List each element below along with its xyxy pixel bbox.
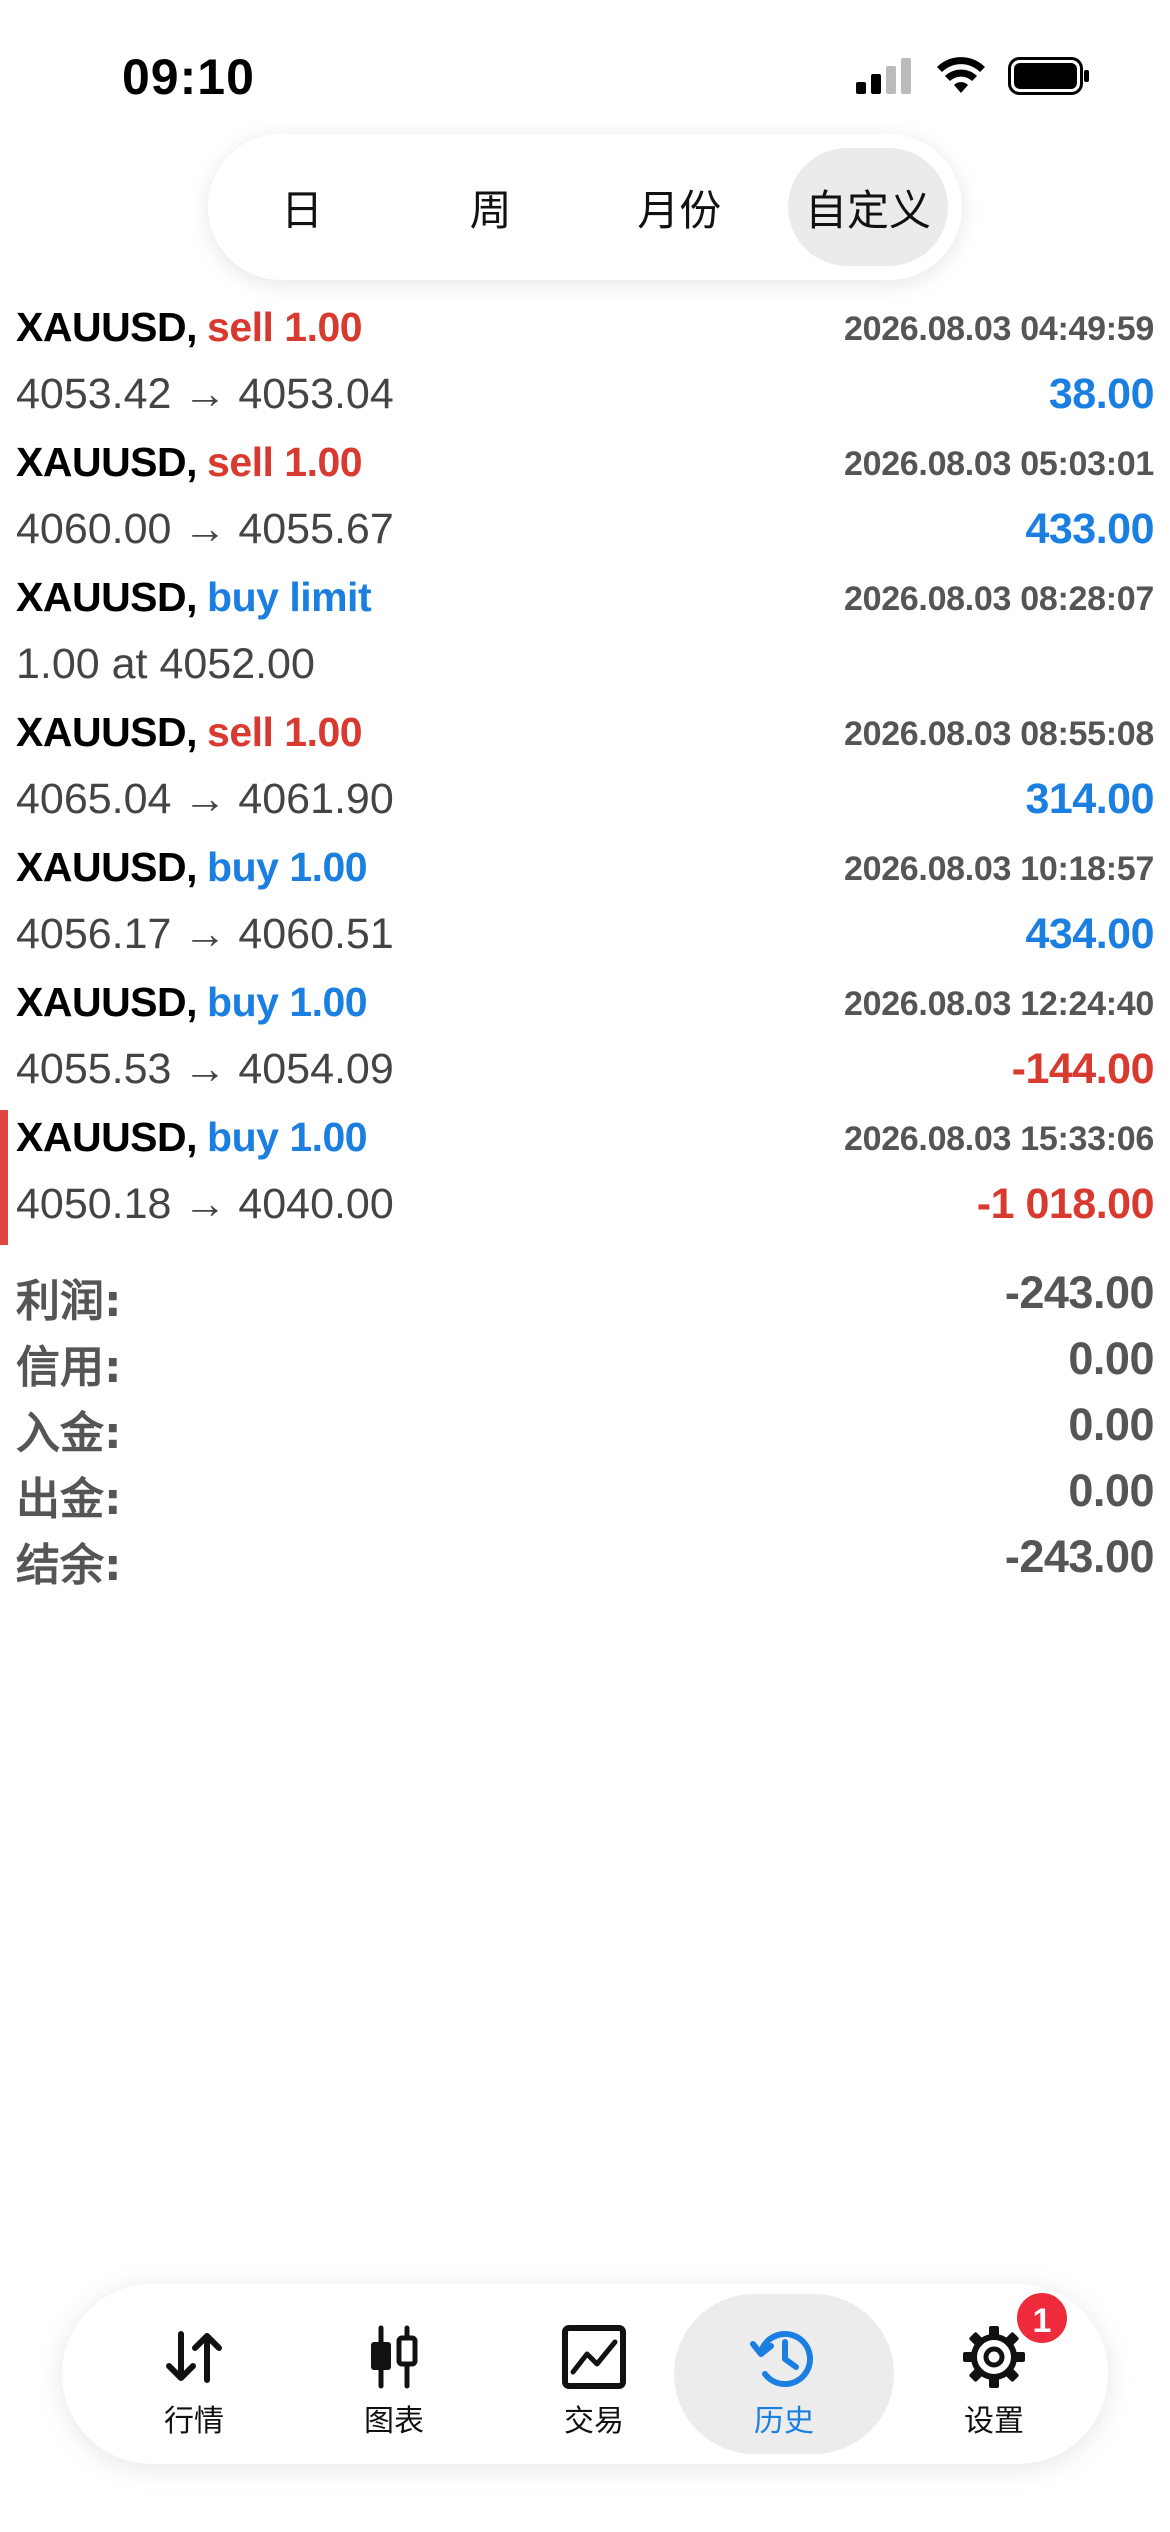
trade-symbol: XAUUSD, [16,709,198,755]
order-details: 1.00 at 4052.00 [16,640,315,688]
history-clock-icon [750,2331,813,2387]
tab-label: 设置 [964,2404,1024,2439]
trade-type: buy 1.00 [207,844,368,890]
trade-profit: -144.00 [1011,1045,1155,1093]
summary-row-withdrawal: 出金: 0.00 [0,1463,1170,1529]
notification-badge: 1 [1014,2290,1070,2346]
summary-label: 信用: [16,1342,122,1393]
trade-symbol: XAUUSD, [16,574,198,620]
trade-symbol: XAUUSD, [16,979,198,1025]
summary-value: -243.00 [1004,1531,1155,1582]
trade-row[interactable]: XAUUSD, sell 1.00 2026.08.03 04:49:59 405… [0,300,1170,435]
summary-label: 入金: [16,1408,122,1459]
period-tab-custom[interactable]: 自定义 [787,148,948,266]
quotes-arrows-icon [166,2331,222,2383]
trade-row[interactable]: XAUUSD, sell 1.00 2026.08.03 05:03:01 406… [0,435,1170,570]
summary-label: 利润: [16,1276,122,1327]
trade-type: buy 1.00 [207,1114,368,1160]
trade-prices: 4065.04 → 4061.90 [16,775,394,823]
status-icons [856,56,1090,96]
trade-time: 2026.08.03 05:03:01 [843,445,1154,483]
period-tab-day[interactable]: 日 [222,148,382,266]
cellular-signal-icon [856,58,911,94]
summary-row-profit: 利润: -243.00 [0,1265,1170,1331]
trade-profit: 434.00 [1025,910,1154,958]
wifi-icon [937,57,985,93]
trade-time: 2026.08.03 04:49:59 [843,310,1154,348]
battery-icon [1008,57,1089,95]
status-bar: 09:10 [0,0,1170,150]
trade-prices: 4050.18 → 4040.00 [16,1180,394,1228]
trade-prices: 4053.42 → 4053.04 [16,370,394,418]
period-selector: 日 周 月份 自定义 [208,134,962,280]
trade-type: sell 1.00 [207,439,363,485]
account-summary: 利润: -243.00 信用: 0.00 入金: 0.00 出金: 0.00 结… [0,1265,1170,1595]
trade-symbol: XAUUSD, [16,304,198,350]
trade-type: sell 1.00 [207,709,363,755]
summary-label: 出金: [16,1474,122,1525]
summary-value: 0.00 [1068,1333,1154,1384]
trade-profit: 38.00 [1048,370,1155,418]
trade-time: 2026.08.03 12:24:40 [843,985,1154,1023]
trade-time: 2026.08.03 08:55:08 [843,715,1154,753]
trade-type: sell 1.00 [207,304,363,350]
trade-row-selected[interactable]: XAUUSD, buy 1.00 2026.08.03 15:33:06 4050… [0,1110,1170,1245]
status-time: 09:10 [122,49,255,105]
summary-row-credit: 信用: 0.00 [0,1331,1170,1397]
summary-row-balance: 结余: -243.00 [0,1529,1170,1595]
trade-prices: 4055.53 → 4054.09 [16,1045,394,1093]
trade-type: buy 1.00 [207,979,368,1025]
trade-time: 2026.08.03 10:18:57 [843,850,1154,888]
summary-value: -243.00 [1004,1267,1155,1318]
trade-symbol: XAUUSD, [16,439,198,485]
trade-time: 2026.08.03 15:33:06 [843,1120,1154,1158]
trade-time: 2026.08.03 08:28:07 [843,580,1154,618]
tab-label: 行情 [164,2404,224,2439]
trade-profit: -1 018.00 [976,1180,1155,1228]
trade-prices: 4060.00 → 4055.67 [16,505,394,553]
trade-profit: 433.00 [1025,505,1154,553]
trade-symbol: XAUUSD, [16,844,198,890]
order-row[interactable]: XAUUSD, buy limit 2026.08.03 08:28:07 1.0… [0,570,1170,705]
trade-history-list: XAUUSD, sell 1.00 2026.08.03 04:49:59 405… [0,300,1170,1245]
tab-label: 交易 [564,2404,624,2439]
tab-history[interactable]: 历史 [674,2294,894,2454]
trade-row[interactable]: XAUUSD, buy 1.00 2026.08.03 12:24:40 4055… [0,975,1170,1110]
selected-row-marker [0,1110,8,1245]
trade-profit: 314.00 [1025,775,1154,823]
trade-row[interactable]: XAUUSD, sell 1.00 2026.08.03 08:55:08 406… [0,705,1170,840]
period-tab-week[interactable]: 周 [411,148,571,266]
trade-symbol: XAUUSD, [16,1114,198,1160]
tab-label: 历史 [754,2404,814,2439]
trade-chart-icon [562,2325,626,2389]
summary-value: 0.00 [1068,1399,1154,1450]
summary-label: 结余: [16,1540,122,1591]
trade-prices: 4056.17 → 4060.51 [16,910,394,958]
trade-type: buy limit [207,574,372,620]
summary-value: 0.00 [1068,1465,1154,1516]
tab-settings[interactable]: 1 设置 [884,2290,1104,2454]
summary-row-deposit: 入金: 0.00 [0,1397,1170,1463]
tab-chart[interactable]: 图表 [284,2294,504,2454]
bottom-tab-bar: 行情 图表 交易 历史 1 设置 [62,2284,1108,2464]
trade-row[interactable]: XAUUSD, buy 1.00 2026.08.03 10:18:57 4056… [0,840,1170,975]
tab-trade[interactable]: 交易 [484,2294,704,2454]
tab-label: 图表 [364,2404,424,2439]
candlestick-chart-icon [371,2325,418,2389]
period-tab-month[interactable]: 月份 [599,148,759,266]
tab-quotes[interactable]: 行情 [84,2294,304,2454]
